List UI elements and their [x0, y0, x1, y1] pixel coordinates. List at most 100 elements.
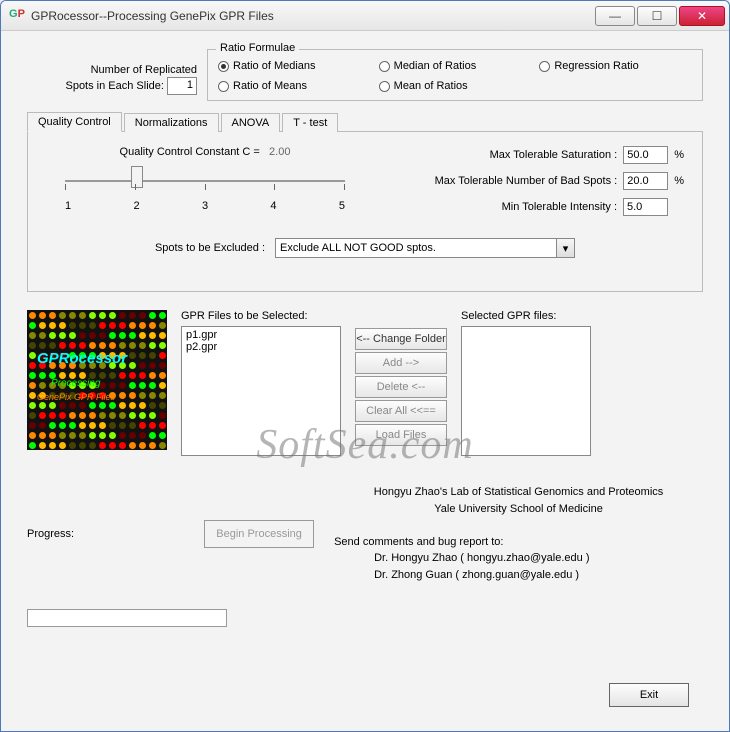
- min-intensity-row: Min Tolerable Intensity :: [384, 198, 684, 216]
- percent-label-1: %: [674, 149, 684, 161]
- app-icon: GP: [9, 8, 25, 24]
- tick-label: 2: [133, 200, 139, 212]
- tick-label: 5: [339, 200, 345, 212]
- qc-constant-area: Quality Control Constant C = 2.00 1 2 3 4 5: [46, 146, 364, 224]
- replicated-label-line2: Spots in Each Slide:: [65, 80, 163, 92]
- file-buttons-column: <-- Change Folder Add --> Delete <-- Cle…: [355, 328, 447, 446]
- exclude-combobox[interactable]: Exclude ALL NOT GOOD sptos. ▾: [275, 238, 575, 258]
- progress-row: Progress: Begin Processing: [27, 484, 314, 583]
- credit-line2: Yale University School of Medicine: [334, 501, 703, 518]
- begin-processing-button[interactable]: Begin Processing: [204, 520, 314, 548]
- main-tabs: Quality ControlNormalizationsANOVAT - te…: [27, 111, 703, 292]
- credit-line1: Hongyu Zhao's Lab of Statistical Genomic…: [334, 484, 703, 501]
- slider-track: [65, 180, 345, 182]
- selected-files-listbox[interactable]: [461, 326, 591, 456]
- app-window: GP GPRocessor--Processing GenePix GPR Fi…: [0, 0, 730, 732]
- ratio-option-4[interactable]: Mean of Ratios: [379, 80, 532, 92]
- list-item[interactable]: p1.gpr: [186, 329, 336, 341]
- maximize-button[interactable]: ☐: [637, 6, 677, 26]
- radio-label: Regression Ratio: [554, 60, 638, 72]
- credit-line3: Send comments and bug report to:: [334, 534, 703, 551]
- radio-icon: [379, 61, 390, 72]
- app-logo-image: GPRocessor Processing GenePix GPR Files: [27, 310, 167, 450]
- ratio-option-2[interactable]: Regression Ratio: [539, 60, 692, 72]
- max-saturation-row: Max Tolerable Saturation : %: [384, 146, 684, 164]
- delete-file-button[interactable]: Delete <--: [355, 376, 447, 398]
- tab-quality-control[interactable]: Quality Control: [27, 112, 122, 132]
- exit-button[interactable]: Exit: [609, 683, 689, 707]
- tab-normalizations[interactable]: Normalizations: [124, 113, 219, 132]
- minimize-button[interactable]: —: [595, 6, 635, 26]
- selected-files-column: Selected GPR files:: [461, 310, 591, 456]
- progress-label: Progress:: [27, 528, 74, 540]
- selected-files-label: Selected GPR files:: [461, 310, 591, 322]
- credits-text: Hongyu Zhao's Lab of Statistical Genomic…: [334, 484, 703, 583]
- available-files-listbox[interactable]: p1.gprp2.gpr: [181, 326, 341, 456]
- qc-slider[interactable]: [65, 166, 345, 196]
- tab-bar: Quality ControlNormalizationsANOVAT - te…: [27, 111, 703, 132]
- credit-line4: Dr. Hongyu Zhao ( hongyu.zhao@yale.edu ): [334, 550, 703, 567]
- tab-panel-quality-control: Quality Control Constant C = 2.00 1 2 3 4 5: [27, 132, 703, 292]
- titlebar[interactable]: GP GPRocessor--Processing GenePix GPR Fi…: [1, 1, 729, 31]
- min-intensity-input[interactable]: [623, 198, 668, 216]
- ratio-option-3[interactable]: Ratio of Means: [218, 80, 371, 92]
- exclude-label: Spots to be Excluded :: [155, 242, 265, 254]
- logo-line2: Processing: [51, 378, 100, 389]
- change-folder-button[interactable]: <-- Change Folder: [355, 328, 447, 350]
- load-files-button[interactable]: Load Files: [355, 424, 447, 446]
- radio-label: Median of Ratios: [394, 60, 477, 72]
- list-item[interactable]: p2.gpr: [186, 341, 336, 353]
- exclude-row: Spots to be Excluded : Exclude ALL NOT G…: [46, 238, 684, 258]
- window-buttons: — ☐ ✕: [593, 6, 725, 26]
- available-files-label: GPR Files to be Selected:: [181, 310, 341, 322]
- max-saturation-input[interactable]: [623, 146, 668, 164]
- available-files-column: GPR Files to be Selected: p1.gprp2.gpr: [181, 310, 341, 456]
- replicated-spots-input[interactable]: 1: [167, 77, 197, 95]
- add-file-button[interactable]: Add -->: [355, 352, 447, 374]
- tick-label: 1: [65, 200, 71, 212]
- exclude-value: Exclude ALL NOT GOOD sptos.: [276, 242, 556, 254]
- max-bad-row: Max Tolerable Number of Bad Spots : %: [384, 172, 684, 190]
- exit-row: Exit: [609, 683, 689, 707]
- radio-icon: [539, 61, 550, 72]
- slider-tick-labels: 1 2 3 4 5: [65, 200, 345, 212]
- qc-constant-label: Quality Control Constant C = 2.00: [46, 146, 364, 158]
- radio-label: Ratio of Means: [233, 80, 307, 92]
- max-bad-label: Max Tolerable Number of Bad Spots :: [435, 175, 618, 187]
- client-area: Number of Replicated Spots in Each Slide…: [1, 31, 729, 731]
- tick-label: 3: [202, 200, 208, 212]
- qc-fields: Max Tolerable Saturation : % Max Tolerab…: [384, 146, 684, 224]
- tab-t-test[interactable]: T - test: [282, 113, 338, 132]
- ratio-legend: Ratio Formulae: [216, 42, 299, 54]
- radio-icon: [218, 61, 229, 72]
- radio-icon: [379, 81, 390, 92]
- qc-constant-text: Quality Control Constant C =: [120, 146, 260, 158]
- ratio-option-1[interactable]: Median of Ratios: [379, 60, 532, 72]
- credit-line5: Dr. Zhong Guan ( zhong.guan@yale.edu ): [334, 567, 703, 584]
- tab-anova[interactable]: ANOVA: [221, 113, 281, 132]
- logo-line1: GPRocessor: [37, 350, 127, 367]
- replicated-label-line1: Number of Replicated: [91, 64, 197, 76]
- radio-label: Ratio of Medians: [233, 60, 316, 72]
- qc-constant-value: 2.00: [269, 146, 290, 158]
- chevron-down-icon[interactable]: ▾: [556, 239, 574, 257]
- radio-label: Mean of Ratios: [394, 80, 468, 92]
- qc-row: Quality Control Constant C = 2.00 1 2 3 4 5: [46, 146, 684, 224]
- top-row: Number of Replicated Spots in Each Slide…: [27, 49, 703, 101]
- ratio-option-0[interactable]: Ratio of Medians: [218, 60, 371, 72]
- percent-label-2: %: [674, 175, 684, 187]
- ratio-formulae-group: Ratio Formulae Ratio of MediansMedian of…: [207, 49, 703, 101]
- clear-all-button[interactable]: Clear All <<==: [355, 400, 447, 422]
- replicated-spots-label: Number of Replicated Spots in Each Slide…: [27, 49, 197, 95]
- max-saturation-label: Max Tolerable Saturation :: [490, 149, 618, 161]
- progress-bar: [27, 609, 227, 627]
- radio-icon: [218, 81, 229, 92]
- bottom-area: Progress: Begin Processing Hongyu Zhao's…: [27, 484, 703, 583]
- files-area: GPRocessor Processing GenePix GPR Files …: [27, 310, 703, 456]
- max-bad-input[interactable]: [623, 172, 668, 190]
- logo-line3: GenePix GPR Files: [37, 392, 115, 402]
- close-button[interactable]: ✕: [679, 6, 725, 26]
- window-title: GPRocessor--Processing GenePix GPR Files: [31, 9, 593, 23]
- tick-label: 4: [270, 200, 276, 212]
- min-intensity-label: Min Tolerable Intensity :: [502, 201, 617, 213]
